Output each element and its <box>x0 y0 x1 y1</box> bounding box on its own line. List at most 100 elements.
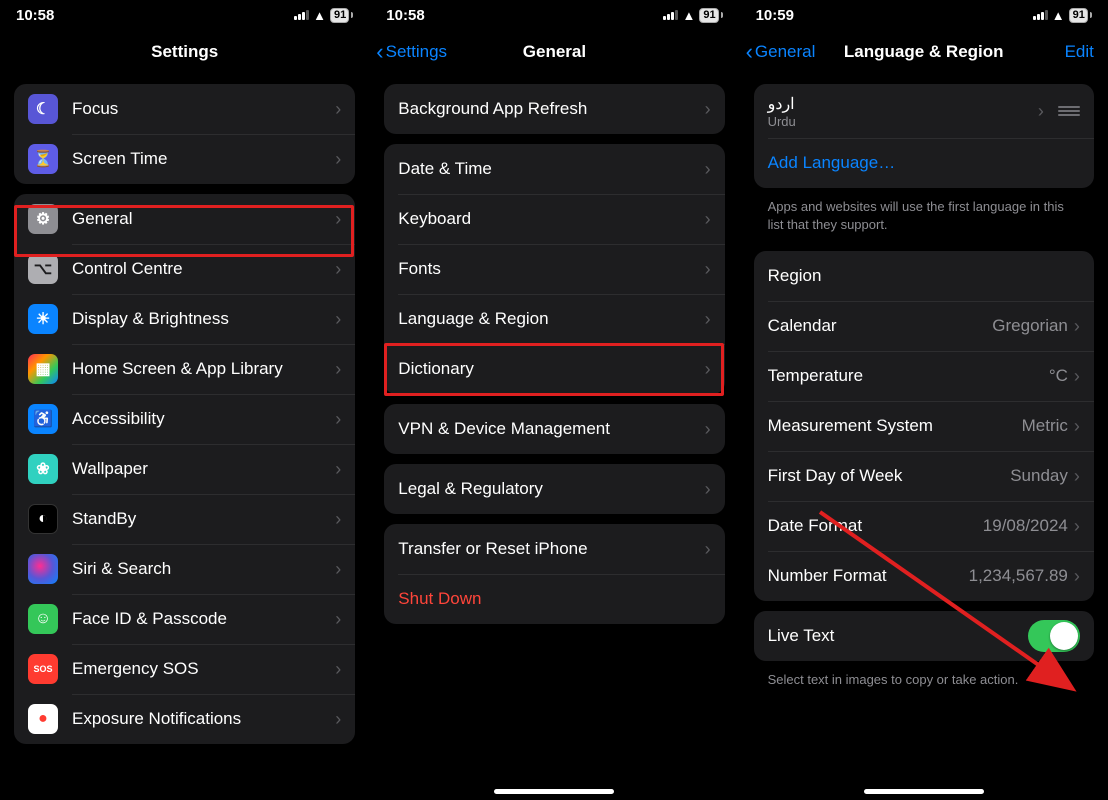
settings-row-siri-search[interactable]: Siri & Search› <box>14 544 355 594</box>
chevron-right-icon: › <box>335 559 341 580</box>
languages-footer: Apps and websites will use the first lan… <box>740 198 1108 241</box>
live-text-toggle[interactable] <box>1028 620 1080 652</box>
row-label: VPN & Device Management <box>398 419 704 439</box>
chevron-right-icon: › <box>1038 101 1044 122</box>
settings-row-wallpaper[interactable]: ❀Wallpaper› <box>14 444 355 494</box>
settings-group-focus: ☾Focus›⏳Screen Time› <box>14 84 355 184</box>
row-label: StandBy <box>72 509 335 529</box>
settings-row-general[interactable]: ⚙General› <box>14 194 355 244</box>
moon-icon: ☾ <box>28 94 58 124</box>
chevron-right-icon: › <box>705 159 711 180</box>
row-label: Measurement System <box>768 416 1022 436</box>
language-english: Urdu <box>768 114 1038 129</box>
row-shut-down[interactable]: Shut Down <box>384 574 724 624</box>
back-label: General <box>755 42 815 62</box>
row-value: Metric <box>1022 416 1068 436</box>
row-label: Face ID & Passcode <box>72 609 335 629</box>
row-date-time[interactable]: Date & Time› <box>384 144 724 194</box>
chevron-right-icon: › <box>705 359 711 380</box>
status-time: 10:58 <box>386 7 424 24</box>
settings-row-accessibility[interactable]: ♿Accessibility› <box>14 394 355 444</box>
add-language-button[interactable]: Add Language… <box>754 138 1094 188</box>
row-transfer-or-reset-iphone[interactable]: Transfer or Reset iPhone› <box>384 524 724 574</box>
row-keyboard[interactable]: Keyboard› <box>384 194 724 244</box>
settings-row-control-centre[interactable]: ⌥Control Centre› <box>14 244 355 294</box>
control-centre-icon: ⌥ <box>28 254 58 284</box>
battery-icon: 91 <box>330 8 353 23</box>
wifi-icon: ▲ <box>682 8 695 23</box>
row-vpn-device-management[interactable]: VPN & Device Management› <box>384 404 724 454</box>
settings-row-emergency-sos[interactable]: SOSEmergency SOS› <box>14 644 355 694</box>
battery-icon: 91 <box>1069 8 1092 23</box>
row-label: Legal & Regulatory <box>398 479 704 499</box>
signal-icon <box>294 10 309 20</box>
live-text-group: Live Text <box>754 611 1094 661</box>
wallpaper-icon: ❀ <box>28 454 58 484</box>
back-button[interactable]: ‹ General <box>746 42 816 62</box>
home-indicator[interactable] <box>494 789 614 794</box>
row-label: Dictionary <box>398 359 704 379</box>
general-group-2: Date & Time›Keyboard›Fonts›Language & Re… <box>384 144 724 394</box>
chevron-right-icon: › <box>335 309 341 330</box>
row-language-region[interactable]: Language & Region› <box>384 294 724 344</box>
chevron-right-icon: › <box>705 309 711 330</box>
row-label: Emergency SOS <box>72 659 335 679</box>
row-value: 1,234,567.89 <box>969 566 1068 586</box>
gear-icon: ⚙ <box>28 204 58 234</box>
accessibility-icon: ♿ <box>28 404 58 434</box>
row-dictionary[interactable]: Dictionary› <box>384 344 724 394</box>
screen-general: 10:58 ▲ 91 ‹ Settings General Background… <box>369 0 738 800</box>
row-label: Siri & Search <box>72 559 335 579</box>
chevron-right-icon: › <box>705 259 711 280</box>
row-legal-regulatory[interactable]: Legal & Regulatory› <box>384 464 724 514</box>
row-label: Temperature <box>768 366 1049 386</box>
chevron-right-icon: › <box>705 419 711 440</box>
row-background-app-refresh[interactable]: Background App Refresh› <box>384 84 724 134</box>
nav-bar: ‹ Settings General <box>370 30 738 74</box>
settings-row-screen-time[interactable]: ⏳Screen Time› <box>14 134 355 184</box>
home-indicator[interactable] <box>864 789 984 794</box>
chevron-right-icon: › <box>335 709 341 730</box>
row-calendar[interactable]: CalendarGregorian› <box>754 301 1094 351</box>
page-title: Settings <box>151 42 218 62</box>
status-time: 10:59 <box>756 7 794 24</box>
row-label: Number Format <box>768 566 969 586</box>
faceid-icon: ☺ <box>28 604 58 634</box>
chevron-right-icon: › <box>335 409 341 430</box>
row-number-format[interactable]: Number Format1,234,567.89› <box>754 551 1094 601</box>
settings-row-exposure-notifications[interactable]: ● Exposure Notifications› <box>14 694 355 744</box>
back-button[interactable]: ‹ Settings <box>376 42 447 62</box>
settings-row-face-id-passcode[interactable]: ☺Face ID & Passcode› <box>14 594 355 644</box>
language-row-urdu[interactable]: اردو Urdu › <box>754 84 1094 138</box>
row-label: Exposure Notifications <box>72 709 335 729</box>
row-region: Region› <box>754 251 1094 301</box>
reorder-handle-icon[interactable] <box>1058 106 1080 116</box>
chevron-right-icon: › <box>705 479 711 500</box>
exposure-icon: ● <box>28 704 58 734</box>
row-label: Focus <box>72 99 335 119</box>
row-fonts[interactable]: Fonts› <box>384 244 724 294</box>
page-title: General <box>523 42 586 62</box>
settings-row-display-brightness[interactable]: ☀Display & Brightness› <box>14 294 355 344</box>
wifi-icon: ▲ <box>1052 8 1065 23</box>
row-temperature[interactable]: Temperature°C› <box>754 351 1094 401</box>
sos-icon: SOS <box>28 654 58 684</box>
row-label: Date & Time <box>398 159 704 179</box>
settings-row-focus[interactable]: ☾Focus› <box>14 84 355 134</box>
chevron-right-icon: › <box>1074 466 1080 487</box>
general-group-4: Legal & Regulatory› <box>384 464 724 514</box>
chevron-right-icon: › <box>1074 516 1080 537</box>
edit-button[interactable]: Edit <box>1065 42 1094 62</box>
signal-icon <box>1033 10 1048 20</box>
settings-group-main: ⚙General›⌥Control Centre›☀Display & Brig… <box>14 194 355 744</box>
settings-row-standby[interactable]: ◐StandBy› <box>14 494 355 544</box>
row-first-day-of-week[interactable]: First Day of WeekSunday› <box>754 451 1094 501</box>
row-date-format[interactable]: Date Format19/08/2024› <box>754 501 1094 551</box>
settings-row-home-screen-app-library[interactable]: ▦Home Screen & App Library› <box>14 344 355 394</box>
battery-icon: 91 <box>699 8 722 23</box>
status-bar: 10:58 ▲ 91 <box>0 0 369 30</box>
row-label: Display & Brightness <box>72 309 335 329</box>
row-measurement-system[interactable]: Measurement SystemMetric› <box>754 401 1094 451</box>
chevron-right-icon: › <box>335 509 341 530</box>
languages-group: اردو Urdu › Add Language… <box>754 84 1094 188</box>
